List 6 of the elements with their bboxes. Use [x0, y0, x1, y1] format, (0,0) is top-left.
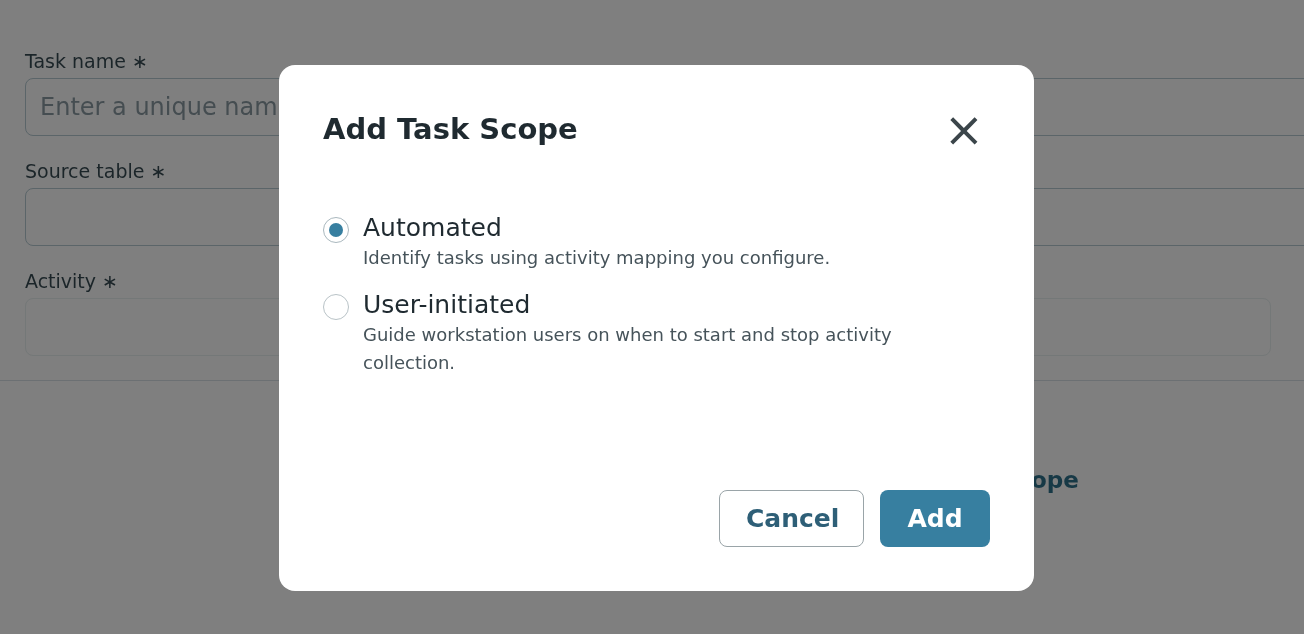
- field-label: Source table ∗: [25, 160, 168, 182]
- field-label: Task name ∗: [25, 50, 149, 72]
- dialog-title: Add Task Scope: [323, 112, 578, 146]
- option-description: Identify tasks using activity mapping you configure.: [363, 246, 831, 270]
- option-description: Guide workstation users on when to start and stop activity collection.: [363, 323, 893, 375]
- field-label: Activity ∗: [25, 270, 119, 292]
